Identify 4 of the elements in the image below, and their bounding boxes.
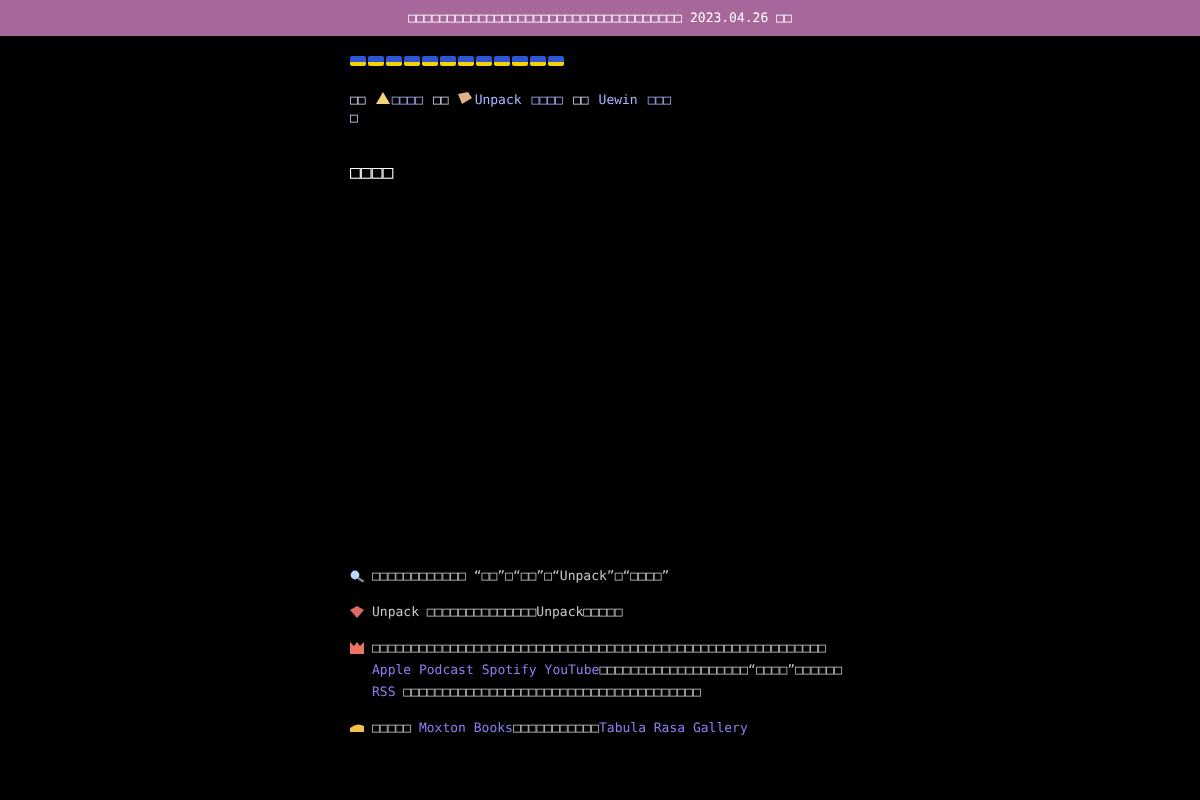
section-heading: □□□□: [350, 162, 394, 188]
crown-icon: [350, 641, 364, 653]
bread-icon: [350, 721, 364, 731]
magnifier-icon: [350, 569, 364, 581]
